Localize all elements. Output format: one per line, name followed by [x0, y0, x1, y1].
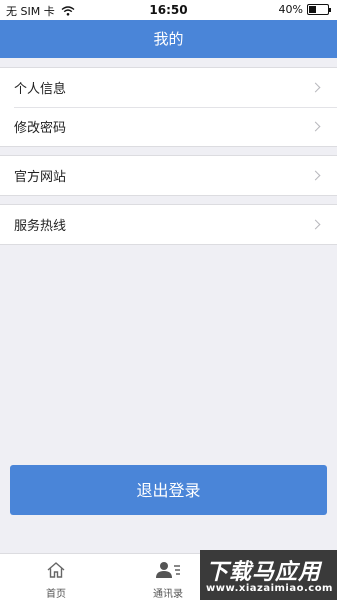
tab-label: 首页 — [46, 589, 66, 600]
tab-home[interactable]: 首页 — [21, 554, 91, 601]
contacts-icon — [156, 562, 180, 578]
menu-item-label: 官方网站 — [14, 170, 67, 185]
watermark-url: www.xiazaimiao.com — [206, 583, 333, 594]
menu-item-label: 个人信息 — [14, 82, 67, 97]
menu-group-website: 官方网站 — [0, 155, 337, 196]
status-bar: 无 SIM 卡 16:50 40% — [0, 0, 337, 20]
chevron-right-icon — [310, 219, 321, 230]
watermark-title: 下载马应用 — [206, 560, 322, 585]
menu-group-account: 个人信息 修改密码 — [0, 67, 337, 147]
menu-item-change-password[interactable]: 修改密码 — [0, 107, 337, 146]
battery-icon — [307, 4, 331, 15]
battery-percent: 40% — [278, 3, 303, 16]
page-title: 我的 — [153, 30, 184, 48]
chevron-right-icon — [310, 82, 321, 93]
battery-cap — [329, 8, 331, 12]
watermark-logo: 下载马应用 www.xiazaimiao.com — [200, 550, 337, 600]
logout-button[interactable]: 退出登录 — [10, 465, 327, 515]
battery-fill — [309, 6, 316, 13]
menu-item-label: 服务热线 — [14, 219, 67, 234]
menu-group-hotline: 服务热线 — [0, 204, 337, 245]
menu-item-personal-info[interactable]: 个人信息 — [0, 68, 337, 107]
menu-item-service-hotline[interactable]: 服务热线 — [0, 205, 337, 244]
home-icon — [47, 562, 65, 578]
menu-item-label: 修改密码 — [14, 121, 67, 136]
menu-item-official-website[interactable]: 官方网站 — [0, 156, 337, 195]
nav-bar: 我的 — [0, 20, 337, 58]
status-bar-right: 40% — [278, 3, 331, 16]
chevron-right-icon — [310, 121, 321, 132]
chevron-right-icon — [310, 170, 321, 181]
tab-label: 通讯录 — [153, 589, 183, 600]
tab-contacts[interactable]: 通讯录 — [133, 554, 203, 601]
